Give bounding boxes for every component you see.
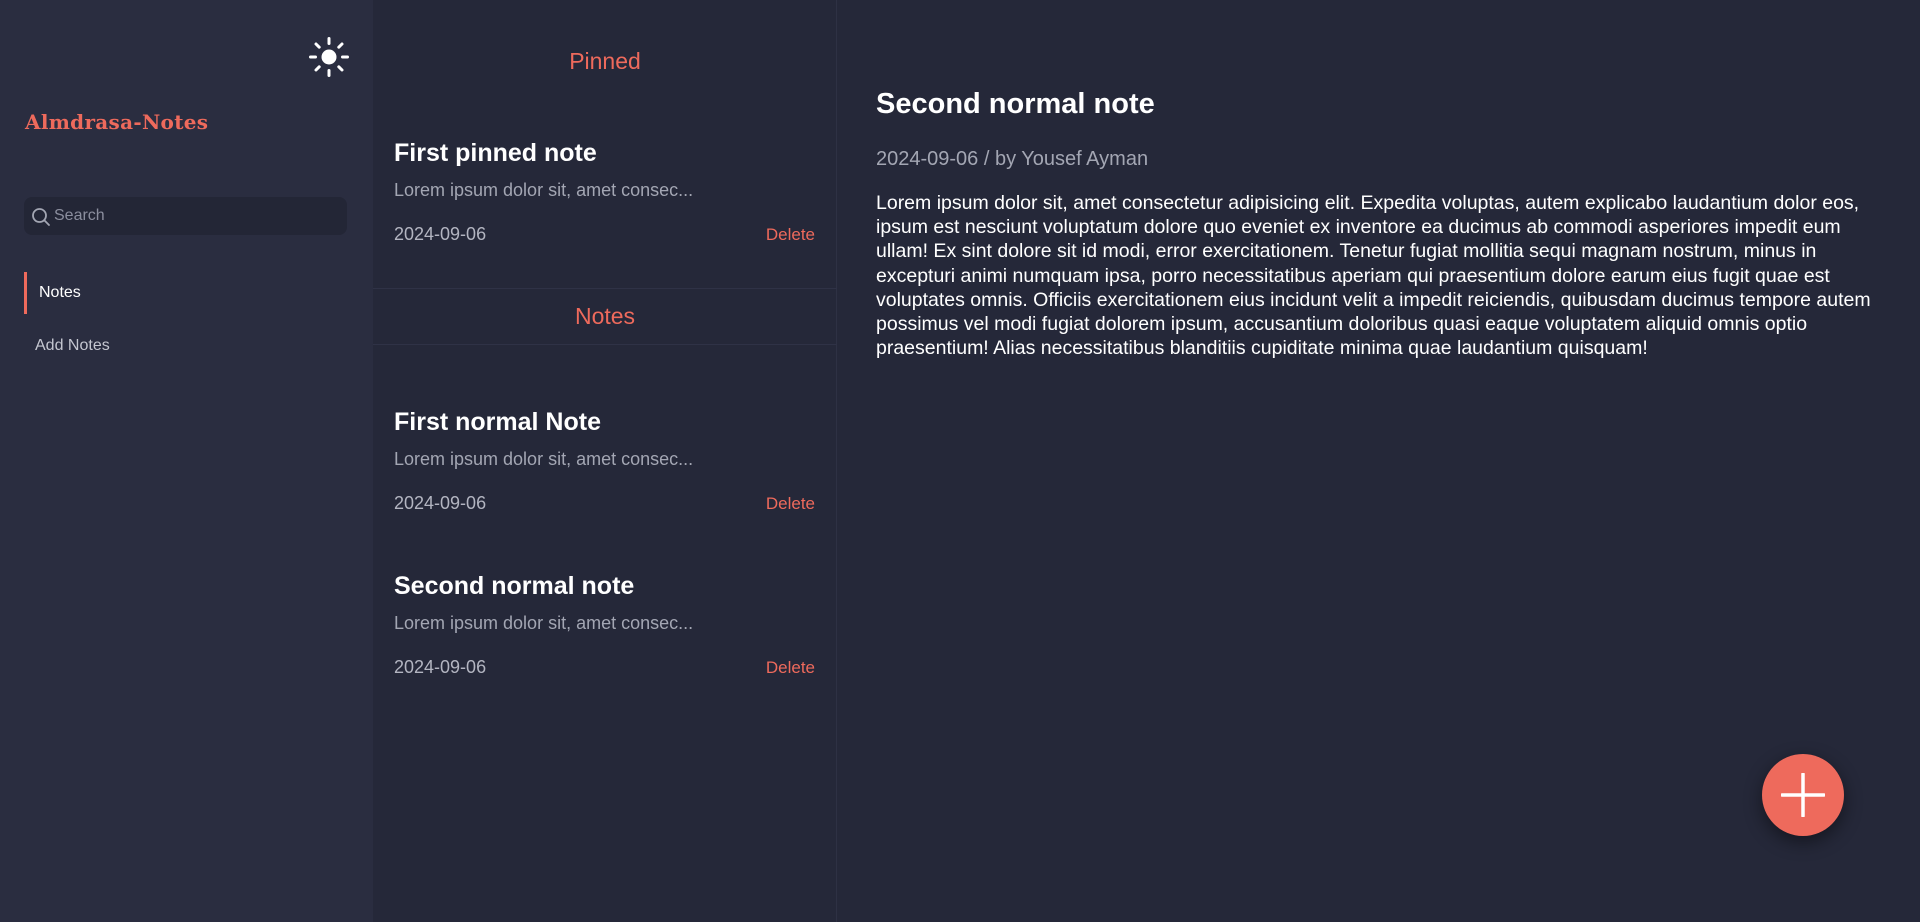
note-card-normal-1[interactable]: First normal Note Lorem ipsum dolor sit,… <box>394 408 816 528</box>
plus-icon <box>1781 773 1825 817</box>
search-icon <box>31 207 51 227</box>
nav-item-add-notes[interactable]: Add Notes <box>24 325 324 367</box>
note-title: First normal Note <box>394 408 601 436</box>
section-divider <box>373 288 837 289</box>
note-card-normal-2[interactable]: Second normal note Lorem ipsum dolor sit… <box>394 572 816 692</box>
note-excerpt: Lorem ipsum dolor sit, amet consec... <box>394 613 694 633</box>
note-date: 2024-09-06 <box>394 224 487 244</box>
note-title: First pinned note <box>394 139 597 167</box>
note-date: 2024-09-06 <box>394 493 487 513</box>
note-excerpt: Lorem ipsum dolor sit, amet consec... <box>394 449 694 469</box>
note-detail-body: Lorem ipsum dolor sit, amet consectetur … <box>876 192 1871 360</box>
note-date: 2024-09-06 <box>394 657 487 677</box>
notes-list-panel: Pinned First pinned note Lorem ipsum dol… <box>373 0 837 922</box>
search-input[interactable] <box>54 197 339 235</box>
section-divider <box>373 344 837 345</box>
sun-icon[interactable] <box>308 36 350 78</box>
add-note-button[interactable] <box>1762 754 1844 836</box>
delete-button[interactable]: Delete <box>766 658 815 678</box>
note-title: Second normal note <box>394 572 635 600</box>
search-box <box>24 197 347 235</box>
sidebar: Almdrasa-Notes Notes Add Notes <box>0 0 373 922</box>
note-detail-panel: Second normal note 2024-09-06 / by Youse… <box>838 0 1920 922</box>
delete-button[interactable]: Delete <box>766 494 815 514</box>
pinned-heading: Pinned <box>569 48 641 74</box>
note-excerpt: Lorem ipsum dolor sit, amet consec... <box>394 180 694 200</box>
notes-app: Almdrasa-Notes Notes Add Notes Pinned Fi… <box>0 0 1920 922</box>
delete-button[interactable]: Delete <box>766 225 815 245</box>
note-detail-meta: 2024-09-06 / by Yousef Ayman <box>876 148 1149 170</box>
nav-item-notes[interactable]: Notes <box>24 272 324 314</box>
note-detail-title: Second normal note <box>876 88 1155 120</box>
brand-logo: Almdrasa-Notes <box>25 110 209 134</box>
notes-heading: Notes <box>574 303 636 329</box>
note-card-pinned-1[interactable]: First pinned note Lorem ipsum dolor sit,… <box>394 139 816 259</box>
